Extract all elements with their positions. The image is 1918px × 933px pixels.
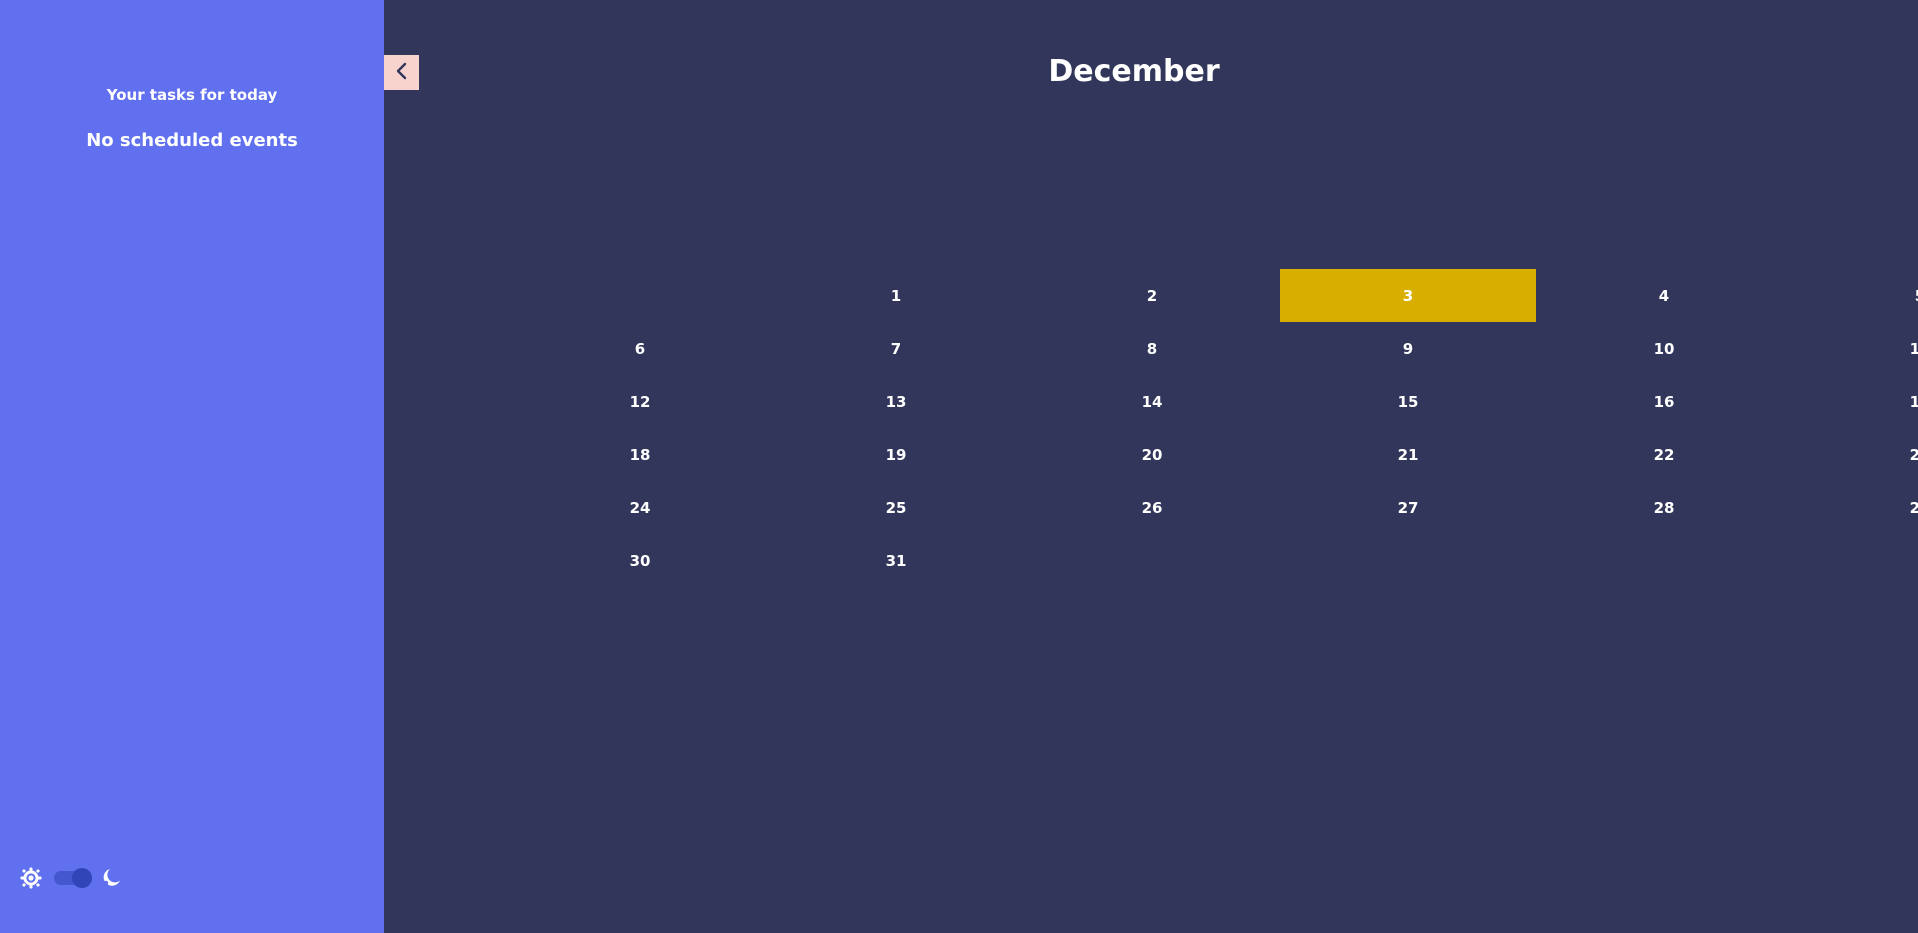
calendar-day[interactable]: 21 <box>1280 428 1536 481</box>
calendar-day[interactable]: 5 <box>1792 269 1918 322</box>
calendar-day[interactable]: 23 <box>1792 428 1918 481</box>
calendar-day[interactable]: 26 <box>1024 481 1280 534</box>
calendar-day[interactable]: 31 <box>768 534 1024 587</box>
no-events-message: No scheduled events <box>86 130 298 151</box>
month-title: December <box>1048 54 1220 89</box>
theme-toggle-row <box>20 866 122 890</box>
calendar-day[interactable]: 14 <box>1024 375 1280 428</box>
calendar-day[interactable]: 19 <box>768 428 1024 481</box>
calendar-day[interactable]: 8 <box>1024 322 1280 375</box>
app-root: Your tasks for today No scheduled events <box>0 0 1918 933</box>
calendar-day[interactable]: 10 <box>1536 322 1792 375</box>
calendar-blank-cell <box>512 269 768 322</box>
calendar-day[interactable]: 28 <box>1536 481 1792 534</box>
sun-icon[interactable] <box>20 867 42 889</box>
calendar-day[interactable]: 6 <box>512 322 768 375</box>
calendar-day[interactable]: 15 <box>1280 375 1536 428</box>
calendar-day[interactable]: 12 <box>512 375 768 428</box>
calendar-day[interactable]: 4 <box>1536 269 1792 322</box>
calendar-panel: December 1234567891011121314151617181920… <box>384 0 1918 933</box>
calendar-day[interactable]: 30 <box>512 534 768 587</box>
tasks-heading: Your tasks for today <box>106 86 278 104</box>
calendar-day[interactable]: 25 <box>768 481 1024 534</box>
moon-icon[interactable] <box>100 867 122 889</box>
calendar-grid: 1234567891011121314151617181920212223242… <box>512 269 1918 587</box>
calendar-day[interactable]: 9 <box>1280 322 1536 375</box>
calendar-day[interactable]: 1 <box>768 269 1024 322</box>
calendar-day[interactable]: 13 <box>768 375 1024 428</box>
calendar-day[interactable]: 18 <box>512 428 768 481</box>
calendar-day[interactable]: 20 <box>1024 428 1280 481</box>
calendar-day[interactable]: 11 <box>1792 322 1918 375</box>
calendar-day[interactable]: 7 <box>768 322 1024 375</box>
calendar-day[interactable]: 24 <box>512 481 768 534</box>
theme-toggle-knob <box>72 868 92 888</box>
calendar-day[interactable]: 17 <box>1792 375 1918 428</box>
calendar-day-today[interactable]: 3 <box>1280 269 1536 322</box>
calendar-day[interactable]: 22 <box>1536 428 1792 481</box>
calendar-day[interactable]: 27 <box>1280 481 1536 534</box>
theme-toggle-switch[interactable] <box>54 868 92 888</box>
calendar-day[interactable]: 2 <box>1024 269 1280 322</box>
sidebar: Your tasks for today No scheduled events <box>0 0 384 933</box>
calendar-day[interactable]: 29 <box>1792 481 1918 534</box>
calendar-day[interactable]: 16 <box>1536 375 1792 428</box>
